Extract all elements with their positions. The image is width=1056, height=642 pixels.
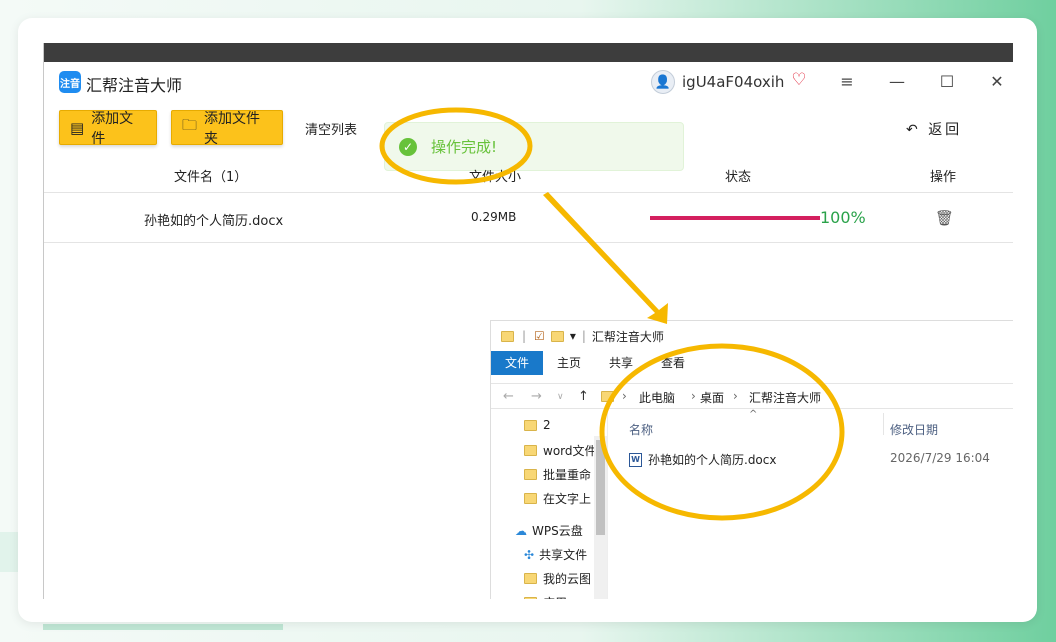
tree-label: 我的云图 <box>543 572 592 586</box>
add-folder-button[interactable]: 🗀 添加文件夹 <box>171 110 283 147</box>
folder-icon[interactable] <box>550 330 564 342</box>
header-size: 文件大小 <box>469 170 522 185</box>
explorer-title: 汇帮注音大师 <box>591 329 664 344</box>
header-status: 状态 <box>725 170 752 185</box>
column-header-modified[interactable]: 修改日期 <box>890 421 938 438</box>
file-item-name: 孙艳如的个人简历.docx <box>648 453 777 467</box>
tree-label: 在文字上 <box>543 492 592 506</box>
vip-icon[interactable]: ♡ <box>790 71 808 89</box>
folder-add-icon: 🗀 <box>182 116 198 134</box>
avatar[interactable]: 👤 <box>651 70 675 94</box>
breadcrumb-folder[interactable]: 汇帮注音大师 <box>749 389 821 406</box>
progress-fill <box>650 216 820 220</box>
check-circle-icon: ✓ <box>399 137 417 156</box>
header-action: 操作 <box>930 170 957 185</box>
tree-label: word文件 <box>543 444 594 458</box>
file-item[interactable]: W 孙艳如的个人简历.docx <box>629 451 776 468</box>
add-file-label: 添加文件 <box>91 110 134 147</box>
app-title: 汇帮注音大师 <box>86 76 183 95</box>
breadcrumb-desktop[interactable]: 桌面 <box>700 389 724 406</box>
username[interactable]: igU4aF04oxih <box>682 73 784 91</box>
tree-label: 批量重命 <box>543 468 592 482</box>
close-button[interactable]: ✕ <box>985 70 1009 94</box>
background-strip <box>43 624 283 630</box>
file-size: 0.29MB <box>471 210 517 224</box>
progress-percent: 100% <box>820 208 866 227</box>
minimize-button[interactable]: — <box>885 70 909 94</box>
share-icon: ✣ <box>524 547 535 562</box>
tree-label: 共享文件 <box>539 548 588 562</box>
delete-icon[interactable]: 🗑 <box>935 209 954 227</box>
add-file-button[interactable]: ▤ 添加文件 <box>59 110 157 147</box>
tree-item[interactable]: ✣ 共享文件 <box>524 546 594 563</box>
explorer-ribbon: 文件 主页 共享 查看 <box>491 351 1013 375</box>
folder-icon <box>524 597 537 599</box>
back-arrow-icon[interactable]: ← <box>503 389 514 404</box>
toast-message: 操作完成! <box>431 138 498 156</box>
tree-item[interactable]: 在文字上 <box>524 490 594 507</box>
folder-icon <box>524 419 537 431</box>
tree-item[interactable]: 2 <box>524 418 594 432</box>
menu-button[interactable]: ≡ <box>835 70 859 94</box>
column-header-name[interactable]: 名称 <box>629 421 653 438</box>
ribbon-tab-view[interactable]: 查看 <box>647 351 699 375</box>
file-name: 孙艳如的个人简历.docx <box>144 214 284 229</box>
explorer-title-bar: | ☑ ▾ | 汇帮注音大师 <box>491 321 1013 351</box>
tree-item[interactable]: word文件 <box>524 442 594 459</box>
add-folder-label: 添加文件夹 <box>204 110 261 147</box>
ribbon-tab-share[interactable]: 共享 <box>595 351 647 375</box>
tree-item[interactable]: 我的云图 <box>524 570 594 587</box>
maximize-button[interactable]: ☐ <box>935 70 959 94</box>
tree-label: WPS云盘 <box>532 524 583 538</box>
table-row: 孙艳如的个人简历.docx 0.29MB 100% 🗑 <box>44 193 1013 243</box>
ribbon-tab-home[interactable]: 主页 <box>543 351 595 375</box>
folder-icon <box>601 391 614 402</box>
separator: | <box>581 329 586 343</box>
sort-up-icon: ^ <box>749 409 758 420</box>
breadcrumb-separator: › <box>691 389 696 403</box>
window-top-bar <box>44 43 1013 62</box>
forward-arrow-icon[interactable]: → <box>531 389 542 404</box>
word-document-icon: W <box>629 452 642 467</box>
navigation-pane: 2 word文件 批量重命 在文字上 ☁ WPS云盘 ✣ 共享文件 我的云图 应用 <box>491 409 608 599</box>
back-arrow-icon: ↶ <box>906 122 921 138</box>
back-label: 返回 <box>928 122 963 138</box>
tree-item-wps-cloud[interactable]: ☁ WPS云盘 <box>515 522 595 539</box>
title-bar: 注音 汇帮注音大师 👤 igU4aF04oxih ♡ ≡ — ☐ ✕ <box>44 62 1013 102</box>
table-header: 文件名（1） 文件大小 状态 操作 <box>44 156 1013 193</box>
dropdown-icon[interactable]: ▾ <box>570 329 576 343</box>
scrollbar-thumb[interactable] <box>596 440 605 535</box>
column-divider[interactable] <box>883 413 884 435</box>
app-logo-icon: 注音 <box>59 71 81 93</box>
folder-icon <box>524 493 537 504</box>
up-arrow-icon[interactable]: ↑ <box>578 389 589 404</box>
back-button[interactable]: ↶ 返回 <box>906 119 962 139</box>
tree-label: 2 <box>543 418 551 432</box>
file-item-date: 2026/7/29 16:04 <box>890 451 990 465</box>
clear-list-button[interactable]: 清空列表 <box>305 119 357 138</box>
header-filename: 文件名（1） <box>174 170 248 185</box>
tree-item[interactable]: 批量重命 <box>524 466 594 483</box>
progress-bar <box>650 216 820 220</box>
breadcrumb-this-pc[interactable]: 此电脑 <box>639 389 675 406</box>
breadcrumb-separator: › <box>622 389 627 403</box>
folder-icon <box>524 573 537 584</box>
tree-item[interactable]: 应用 <box>524 594 594 599</box>
folder-icon <box>501 330 514 342</box>
checkbox-icon[interactable]: ☑ <box>534 329 545 343</box>
folder-icon <box>524 445 537 456</box>
breadcrumb-separator: › <box>733 389 738 403</box>
chevron-down-icon[interactable]: ∨ <box>557 392 564 402</box>
scrollbar[interactable] <box>594 436 607 599</box>
file-add-icon: ▤ <box>70 118 85 137</box>
cloud-icon: ☁ <box>515 523 527 538</box>
address-bar: ← → ∨ ↑ › 此电脑 › 桌面 › 汇帮注音大师 <box>491 383 1013 409</box>
tree-label: 应用 <box>543 594 567 599</box>
separator: | <box>522 329 527 343</box>
folder-icon <box>524 469 537 480</box>
ribbon-tab-file[interactable]: 文件 <box>491 351 544 375</box>
file-explorer-window: | ☑ ▾ | 汇帮注音大师 文件 主页 共享 查看 ← → ∨ ↑ › 此电脑… <box>490 320 1013 599</box>
